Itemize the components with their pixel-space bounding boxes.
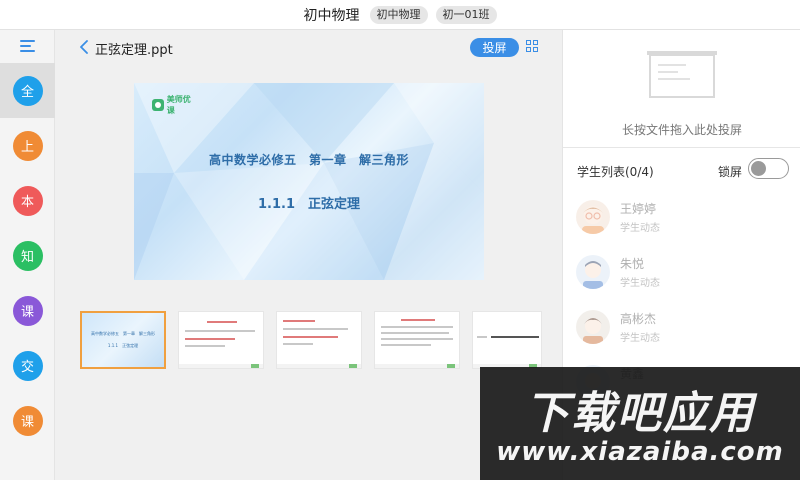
thumbnail-subheading: 1.1.1 正弦定理 <box>107 343 139 348</box>
sidebar-item-icon: 知 <box>12 240 43 271</box>
class-chip[interactable]: 初一01班 <box>435 5 497 24</box>
slide-thumbnail-4[interactable] <box>374 311 460 369</box>
student-list-item[interactable]: 朱悦 学生动态 <box>563 248 800 303</box>
logo-icon <box>152 98 164 111</box>
student-list-item[interactable]: 高彬杰 学生动态 <box>563 303 800 358</box>
thumbnail-heading: 高中数学必修五 第一章 解三角形 <box>91 331 155 336</box>
student-status: 学生动态 <box>620 223 660 234</box>
slide-preview[interactable]: 美师优课 高中数学必修五 第一章 解三角形 1.1.1 正弦定理 <box>134 83 484 280</box>
drop-hint-text: 长按文件拖入此处投屏 <box>621 123 742 137</box>
watermark: 下载吧应用 www.xiazaiba.com <box>480 367 800 480</box>
sidebar-item-ben[interactable]: 本 <box>0 173 55 228</box>
slide-thumbnail-2[interactable] <box>178 311 264 369</box>
sidebar-item-ke-2[interactable]: 课 <box>0 393 55 448</box>
lock-screen-toggle[interactable] <box>748 158 789 179</box>
sidebar-item-all[interactable]: 全 <box>0 63 55 118</box>
sidebar-item-icon: 课 <box>12 405 43 436</box>
lock-screen-label: 锁屏 <box>718 165 743 179</box>
slide-heading: 高中数学必修五 第一章 解三角形 <box>208 153 409 167</box>
student-avatar <box>576 255 610 289</box>
sidebar-item-icon: 课 <box>12 295 43 326</box>
sidebar-item-ke[interactable]: 课 <box>0 283 55 338</box>
student-avatar <box>576 200 610 234</box>
top-bar: 初中物理 初中物理 初一01班 <box>0 0 800 30</box>
student-list-header: 学生列表(0/4) <box>577 165 654 179</box>
student-name: 朱悦 <box>620 257 645 271</box>
screen-cast-drop-area[interactable]: 长按文件拖入此处投屏 <box>563 30 800 148</box>
slide-thumbnail-3[interactable] <box>276 311 362 369</box>
grid-view-icon[interactable] <box>526 40 539 53</box>
student-status: 学生动态 <box>620 278 660 289</box>
file-title: 正弦定理.ppt <box>95 43 173 58</box>
student-avatar <box>576 310 610 344</box>
sidebar-item-icon: 本 <box>12 185 43 216</box>
menu-icon[interactable] <box>20 40 35 52</box>
watermark-title: 下载吧应用 <box>525 388 755 439</box>
student-name: 高彬杰 <box>620 312 657 326</box>
slide-logo: 美师优课 <box>152 95 198 115</box>
toggle-knob <box>751 160 766 176</box>
sidebar: 全 上 本 知 课 交 课 <box>0 30 55 480</box>
course-title: 初中物理 <box>303 7 360 24</box>
sidebar-item-icon: 全 <box>12 75 43 106</box>
slide-thumbnail-strip: 高中数学必修五 第一章 解三角形 1.1.1 正弦定理 <box>80 311 550 369</box>
projector-screen-icon <box>647 51 717 98</box>
sidebar-item-icon: 上 <box>12 130 43 161</box>
slide-thumbnail-1[interactable]: 高中数学必修五 第一章 解三角形 1.1.1 正弦定理 <box>80 311 166 369</box>
subject-chip[interactable]: 初中物理 <box>369 5 428 24</box>
watermark-url: www.xiazaiba.com <box>496 437 784 467</box>
back-arrow-icon[interactable] <box>79 40 89 54</box>
slide-thumbnail-5[interactable] <box>472 311 542 369</box>
sidebar-item-jiao[interactable]: 交 <box>0 338 55 393</box>
sidebar-item-zhi[interactable]: 知 <box>0 228 55 283</box>
student-status: 学生动态 <box>620 333 660 344</box>
slide-subheading: 1.1.1 正弦定理 <box>257 197 360 212</box>
student-name: 王婷婷 <box>620 202 657 216</box>
student-list-item[interactable]: 王婷婷 学生动态 <box>563 193 800 248</box>
logo-text: 美师优课 <box>166 94 191 115</box>
project-button[interactable]: 投屏 <box>470 38 519 57</box>
sidebar-item-icon: 交 <box>12 350 43 381</box>
sidebar-item-shang[interactable]: 上 <box>0 118 55 173</box>
